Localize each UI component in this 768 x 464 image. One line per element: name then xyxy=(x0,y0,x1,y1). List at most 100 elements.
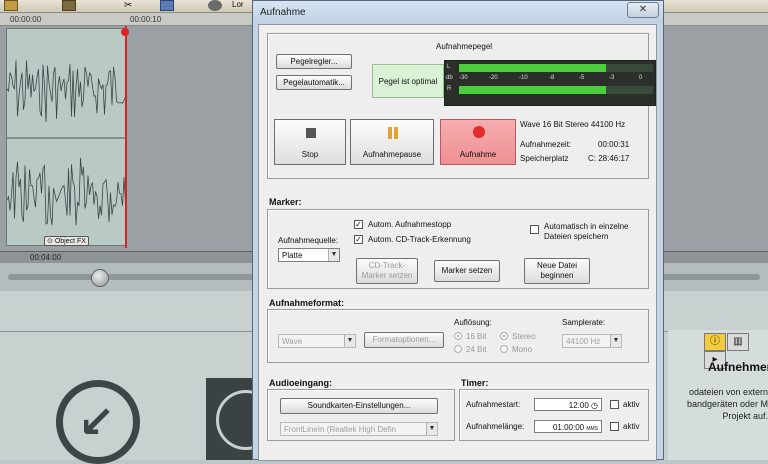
meter-scale-tick: -30 xyxy=(459,75,468,81)
recording-controls-frame: Pegelregler... Pegelautomatik... Pegel i… xyxy=(267,33,656,179)
right-level-bar xyxy=(459,86,653,94)
split-files-checkbox[interactable] xyxy=(530,225,539,234)
close-button[interactable]: ✕ xyxy=(627,2,659,18)
samplerate-select[interactable]: 44100 Hz ▼ xyxy=(562,334,622,348)
channel-r: R xyxy=(447,86,452,92)
pause-icon xyxy=(388,127,392,139)
stereo-label: Stereo xyxy=(512,332,536,341)
toolbar-text: Lor xyxy=(232,0,244,9)
meter-scale-tick: -5 xyxy=(579,75,585,81)
info-tab-icon[interactable]: ⓘ xyxy=(704,333,726,351)
toolbar-icon[interactable] xyxy=(62,0,76,11)
turntable-icon[interactable] xyxy=(206,378,276,460)
cd-track-marker-button[interactable]: CD-Track-Marker setzen xyxy=(356,258,418,284)
audio-input-title: Audioeingang: xyxy=(269,378,332,388)
meter-scale-tick: -20 xyxy=(489,75,498,81)
meter-title: Aufnahmepegel xyxy=(436,42,493,51)
start-aktiv-checkbox[interactable] xyxy=(610,400,619,409)
clock-icon: ◷ xyxy=(591,401,598,410)
res-24-radio[interactable] xyxy=(454,345,462,353)
ruler-time: 00:00:00 xyxy=(10,15,42,24)
format-select[interactable]: Wave ▼ xyxy=(278,334,356,348)
audio-input-frame: Soundkarten-Einstellungen... FrontLineIn… xyxy=(267,389,455,441)
storage-value: C: 28:46:17 xyxy=(588,154,630,163)
mono-label: Mono xyxy=(512,345,533,354)
record-time-value: 00:00:31 xyxy=(598,140,630,149)
input-device-select[interactable]: FrontLineIn (Realtek High Defin ▼ xyxy=(280,422,438,436)
info-panel-title: Aufnehmen xyxy=(708,360,768,374)
dialog-title: Aufnahme xyxy=(260,7,306,18)
start-label: Aufnahmestart: xyxy=(466,400,521,409)
start-time-input[interactable]: 12:00 ◷ xyxy=(534,398,602,411)
fx-icon: ⊙ xyxy=(47,238,55,245)
toolbar-icon[interactable] xyxy=(208,0,222,11)
source-label: Aufnahmequelle: xyxy=(278,236,339,245)
clip-fx-label[interactable]: ⊙ Object FX xyxy=(44,236,89,246)
meter-scale: -30 -20 -10 -8 -5 -3 0 xyxy=(459,75,653,83)
stereo-radio[interactable] xyxy=(500,332,508,340)
format-options-button[interactable]: Formatoptionen... xyxy=(364,332,444,348)
storage-label: Speicherplatz xyxy=(520,154,569,163)
channel-l: L xyxy=(447,64,451,70)
format-frame: Wave ▼ Formatoptionen... Auflösung: 16 Bi… xyxy=(267,309,649,363)
levels-tab-icon[interactable]: ▥ xyxy=(727,333,749,351)
toolbar-icon[interactable] xyxy=(4,0,18,11)
toolbar-icon[interactable] xyxy=(160,0,174,11)
dialog-body: Pegelregler... Pegelautomatik... Pegel i… xyxy=(258,24,657,461)
playhead[interactable] xyxy=(125,26,127,248)
level-control-button[interactable]: Pegelregler... xyxy=(276,54,352,69)
dialog-titlebar[interactable]: Aufnahme ✕ xyxy=(253,1,663,23)
stop-button[interactable]: Stop xyxy=(274,119,346,165)
auto-cd-label: Autom. CD-Track-Erkennung xyxy=(368,235,471,244)
res-24-label: 24 Bit xyxy=(466,345,487,354)
timer-title: Timer: xyxy=(461,378,489,388)
auto-stop-label: Autom. Aufnahmestopp xyxy=(368,220,452,229)
import-arrow-icon[interactable]: ↓ xyxy=(56,380,140,464)
cut-icon[interactable]: ✂ xyxy=(124,0,138,11)
level-status: Pegel ist optimal xyxy=(372,64,444,98)
source-select[interactable]: Platte ▼ xyxy=(278,248,340,262)
samplerate-label: Samplerate: xyxy=(562,318,606,327)
start-aktiv-label: aktiv xyxy=(623,400,640,409)
close-icon: ✕ xyxy=(638,4,648,15)
split-files-label: Automatisch in einzelne Dateien speicher… xyxy=(544,222,629,241)
level-meter: L db -30 -20 -10 -8 -5 -3 0 R xyxy=(444,60,656,106)
pause-icon xyxy=(394,127,398,139)
audio-clip[interactable] xyxy=(6,28,127,246)
meter-scale-tick: 0 xyxy=(639,75,643,81)
marker-title: Marker: xyxy=(269,197,302,207)
mono-radio[interactable] xyxy=(500,345,508,353)
res-16-label: 16 Bit xyxy=(466,332,487,341)
info-panel-description: odateien von extern bandgeräten oder M P… xyxy=(686,387,768,421)
zoom-slider-thumb[interactable] xyxy=(91,269,109,287)
set-marker-button[interactable]: Marker setzen xyxy=(434,260,500,282)
meter-scale-tick: -8 xyxy=(549,75,555,81)
meter-scale-tick: -3 xyxy=(609,75,615,81)
auto-level-button[interactable]: Pegelautomatik... xyxy=(276,75,352,90)
format-title: Aufnahmeformat: xyxy=(269,298,345,308)
waveform xyxy=(7,60,127,226)
playhead-handle[interactable] xyxy=(121,28,129,36)
timer-frame: Aufnahmestart: 12:00 ◷ aktiv Aufnahmelän… xyxy=(459,389,649,441)
length-aktiv-checkbox[interactable] xyxy=(610,422,619,431)
record-button[interactable]: Aufnahme xyxy=(440,119,516,165)
left-level-bar xyxy=(459,64,653,72)
scale-db: db xyxy=(446,75,453,81)
auto-cd-checkbox[interactable]: ✓ xyxy=(354,235,363,244)
auto-stop-checkbox[interactable]: ✓ xyxy=(354,220,363,229)
pause-button[interactable]: Aufnahmepause xyxy=(350,119,434,165)
new-file-button[interactable]: Neue Datei beginnen xyxy=(524,258,590,284)
length-aktiv-label: aktiv xyxy=(623,422,640,431)
length-input[interactable]: 01:00:00 MMS xyxy=(534,420,602,433)
recording-dialog: Aufnahme ✕ Pegelregler... Pegelautomatik… xyxy=(252,0,664,461)
record-time-label: Aufnahmezeit: xyxy=(520,140,572,149)
length-label: Aufnahmelänge: xyxy=(466,422,525,431)
ruler-time: 00:00:10 xyxy=(130,15,162,24)
format-info: Wave 16 Bit Stereo 44100 Hz xyxy=(520,120,626,129)
soundcard-settings-button[interactable]: Soundkarten-Einstellungen... xyxy=(280,398,438,414)
meter-scale-tick: -10 xyxy=(519,75,528,81)
marker-frame: Aufnahmequelle: Platte ▼ ✓ Autom. Aufnahm… xyxy=(267,209,649,289)
res-16-radio[interactable] xyxy=(454,332,462,340)
resolution-label: Auflösung: xyxy=(454,318,492,327)
record-icon xyxy=(473,126,485,138)
